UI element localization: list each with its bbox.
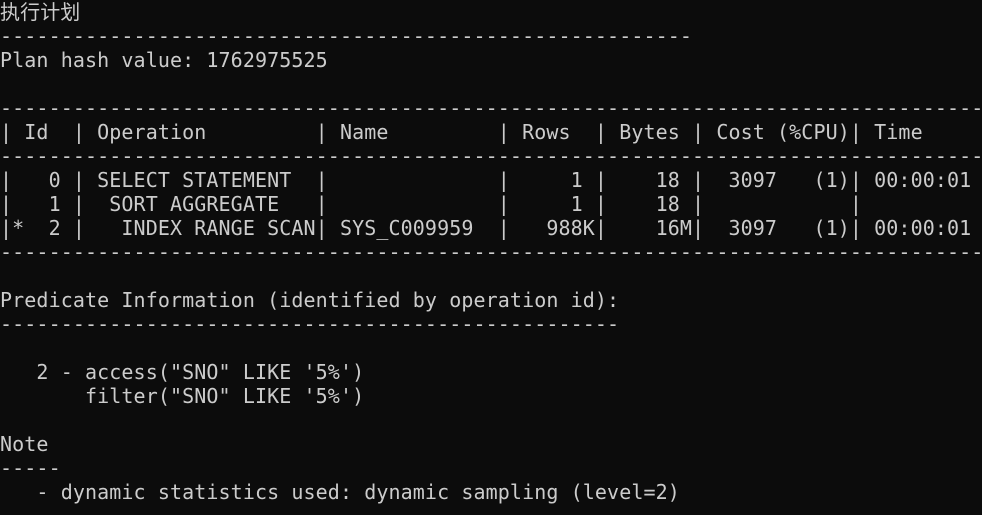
note-underline: ----- (0, 456, 61, 480)
predicate-access-line: 2 - access("SNO" LIKE '5%') (0, 360, 365, 384)
plan-title: 执行计划 (0, 0, 81, 24)
title-underline: ----------------------------------------… (0, 24, 693, 48)
terminal-output[interactable]: 执行计划 -----------------------------------… (0, 0, 982, 515)
table-bottom-border: ----------------------------------------… (0, 240, 982, 264)
predicate-underline: ----------------------------------------… (0, 312, 620, 336)
table-row: | 1 | SORT AGGREGATE | | 1 | 18 | | | (0, 192, 982, 216)
note-heading: Note (0, 432, 49, 456)
table-top-border: ----------------------------------------… (0, 96, 982, 120)
table-row: | 0 | SELECT STATEMENT | | 1 | 18 | 3097… (0, 168, 982, 192)
table-header-row: | Id | Operation | Name | Rows | Bytes |… (0, 120, 982, 144)
plan-hash-value: Plan hash value: 1762975525 (0, 48, 328, 72)
table-row: |* 2 | INDEX RANGE SCAN| SYS_C009959 | 9… (0, 216, 982, 240)
table-header-separator: ----------------------------------------… (0, 144, 982, 168)
predicate-heading: Predicate Information (identified by ope… (0, 288, 620, 312)
predicate-filter-line: filter("SNO" LIKE '5%') (0, 384, 365, 408)
note-text: - dynamic statistics used: dynamic sampl… (0, 480, 680, 504)
